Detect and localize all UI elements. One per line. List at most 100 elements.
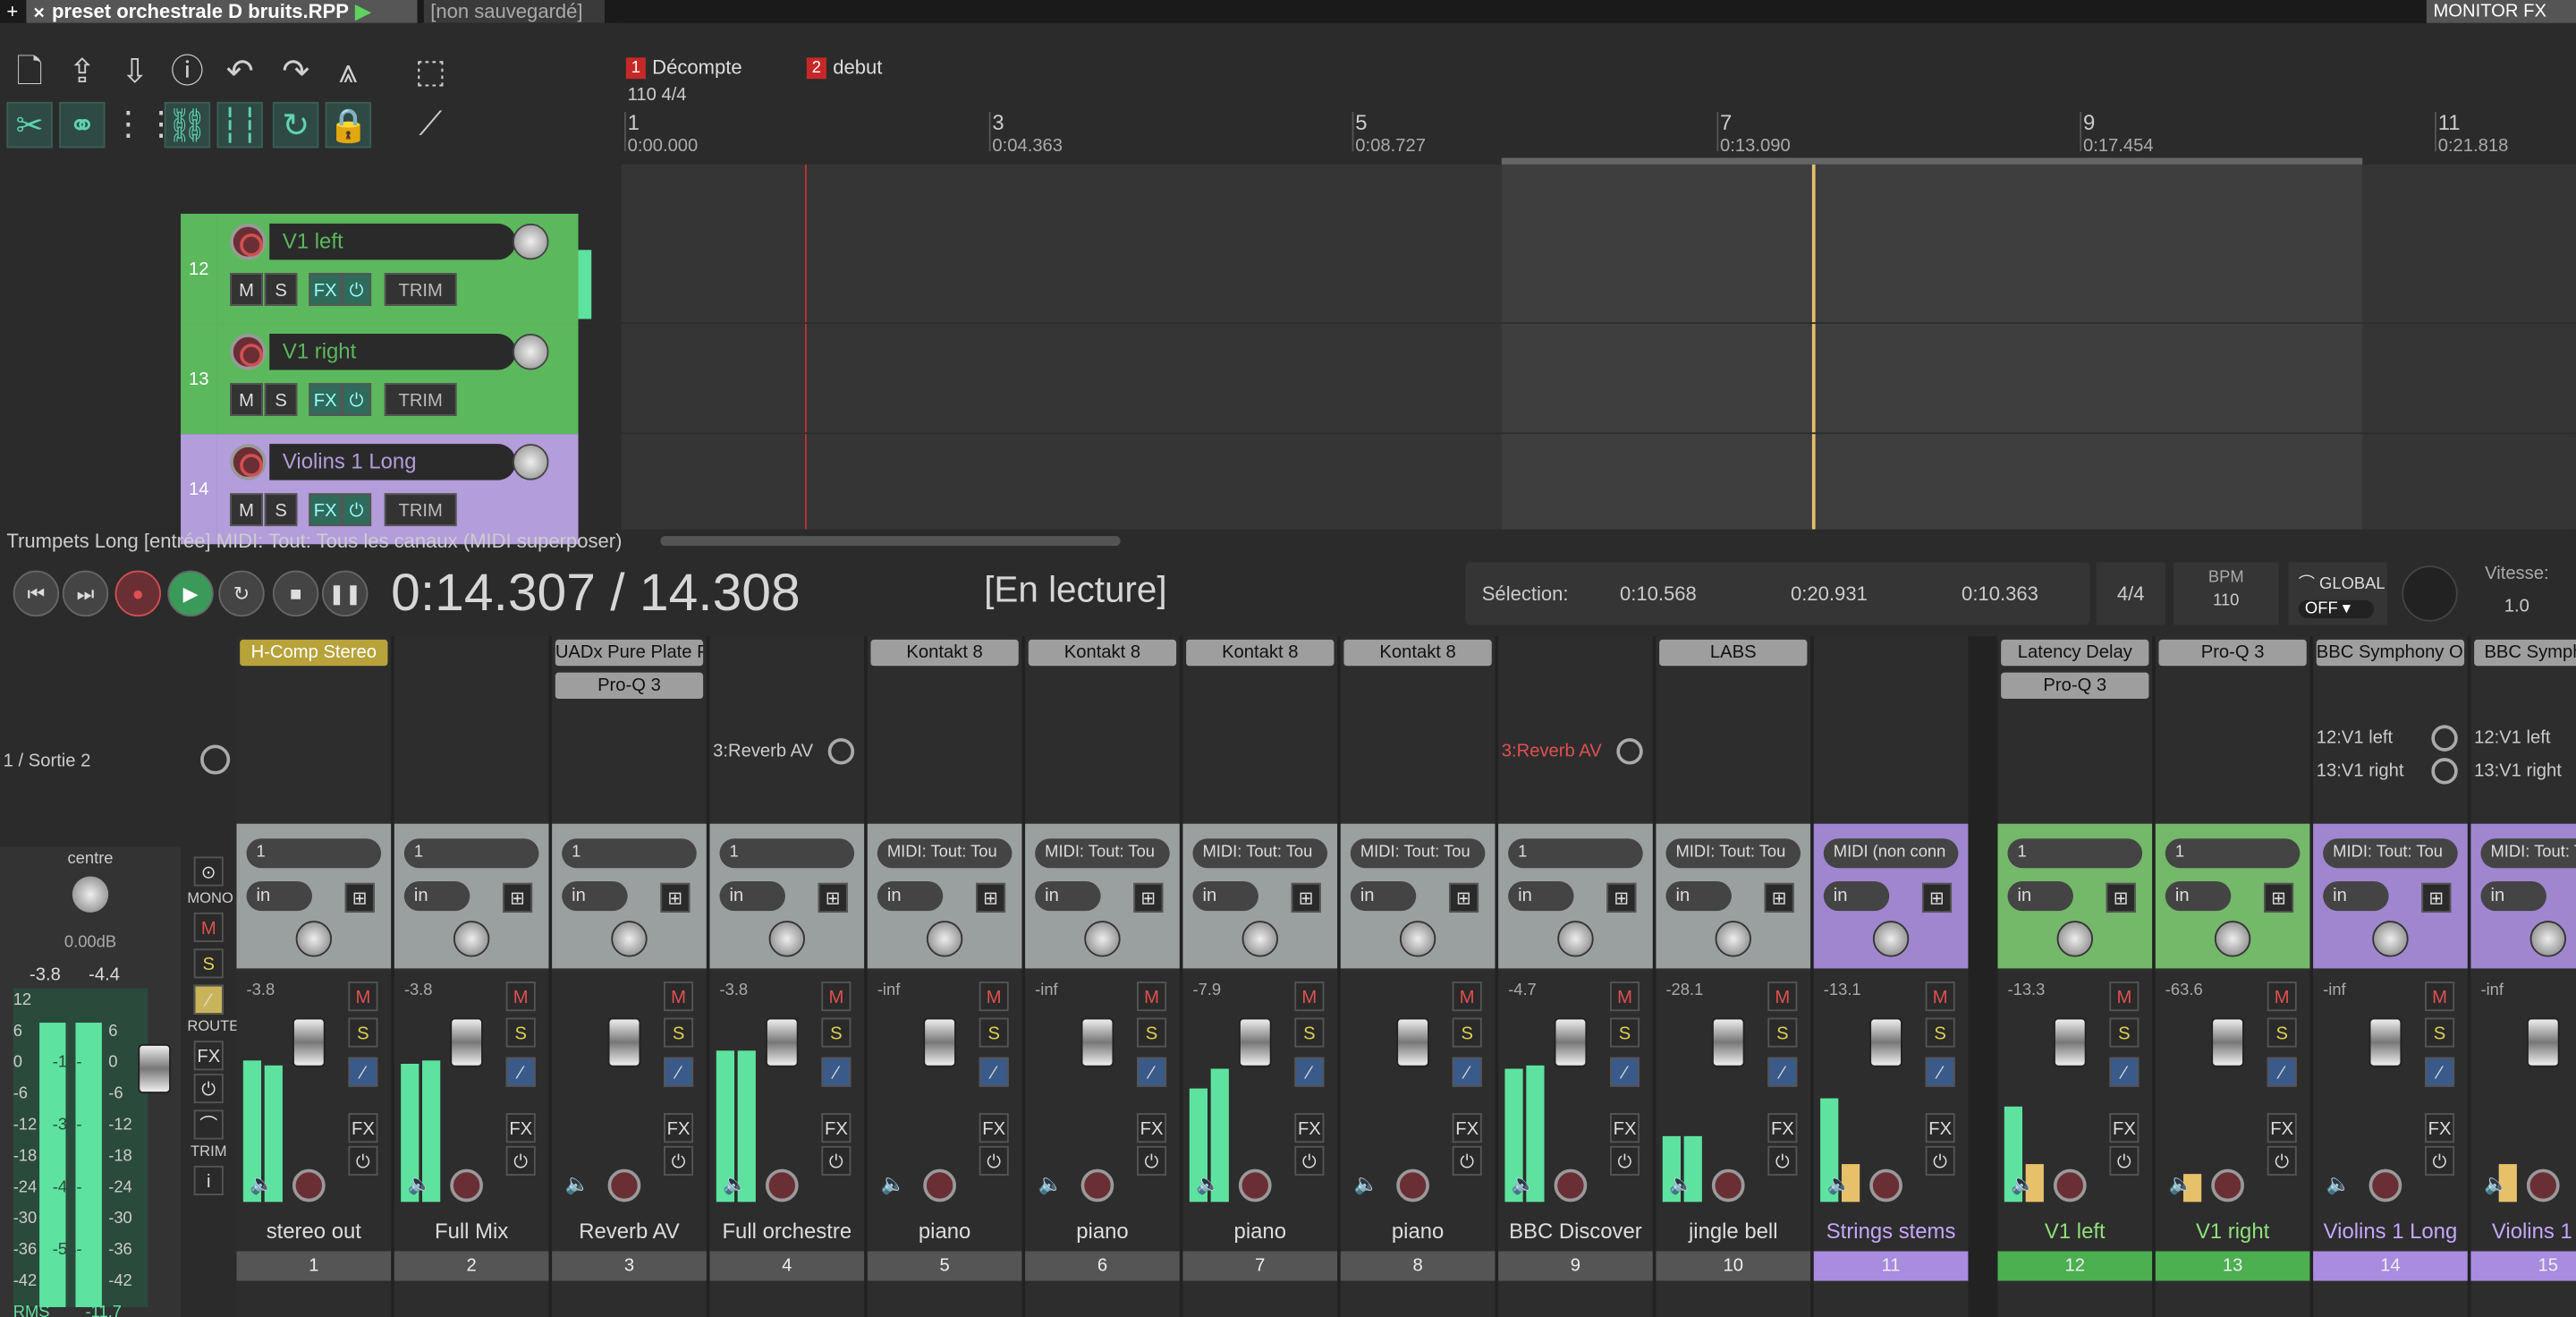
redo-icon[interactable]: ↷ [273, 49, 318, 95]
trim-tool-icon[interactable]: ⟋ [408, 102, 453, 148]
mute-button[interactable]: M [664, 981, 694, 1012]
channel-name[interactable]: Strings stems [1814, 1219, 1969, 1244]
mute-button[interactable]: M [2109, 981, 2140, 1012]
volume-fader[interactable] [450, 1017, 483, 1067]
input-button[interactable]: in [877, 881, 944, 912]
fx-slot[interactable]: BBC Symphony Orc [2316, 639, 2465, 667]
volume-fader[interactable] [1238, 1017, 1272, 1067]
send-route[interactable]: 12:V1 left [2474, 725, 2550, 751]
arrange-view[interactable] [621, 164, 2576, 530]
power-icon[interactable]: ⏻ [1767, 1145, 1798, 1176]
speaker-icon[interactable]: 🔈 [1512, 1172, 1536, 1195]
fx-button[interactable]: FX [2425, 1113, 2455, 1143]
pan-knob[interactable] [2529, 921, 2566, 957]
add-tab-button[interactable]: + [0, 0, 23, 23]
power-icon[interactable]: ⏻ [664, 1145, 694, 1176]
input-select[interactable]: MIDI: Tout: Tou [1350, 838, 1486, 869]
in-fx-icon[interactable]: ⊞ [1606, 882, 1637, 913]
loop-button[interactable]: ↻ [218, 570, 265, 617]
fx-slot[interactable]: BBC Symphony [2474, 639, 2576, 667]
record-arm-button[interactable] [2368, 1168, 2402, 1202]
input-button[interactable]: in [1508, 881, 1574, 912]
master-solo-button[interactable]: S [193, 948, 224, 979]
input-button[interactable]: in [2007, 881, 2073, 912]
power-icon[interactable]: ⏻ [821, 1145, 852, 1176]
speaker-icon[interactable]: 🔈 [1669, 1172, 1693, 1195]
solo-button[interactable]: S [2109, 1017, 2140, 1048]
in-fx-icon[interactable]: ⊞ [344, 882, 375, 913]
master-pan-knob[interactable] [72, 876, 109, 913]
input-select[interactable]: 1 [719, 838, 855, 869]
pan-knob[interactable] [926, 921, 963, 957]
in-fx-icon[interactable]: ⊞ [660, 882, 691, 913]
track-name[interactable]: Violins 1 Long [269, 444, 516, 480]
speaker-icon[interactable]: 🔈 [1826, 1172, 1851, 1195]
channel-number[interactable]: 14 [2313, 1251, 2468, 1281]
channel-name[interactable]: Reverb AV [552, 1219, 707, 1244]
input-select[interactable]: 1 [562, 838, 697, 869]
volume-fader[interactable] [292, 1017, 326, 1067]
channel-number[interactable]: 12 [1997, 1251, 2153, 1281]
channel-number[interactable]: 7 [1182, 1251, 1338, 1281]
phase-icon[interactable]: ⁄ [2109, 1057, 2140, 1087]
master-output[interactable]: 1 / Sortie 2 [4, 752, 91, 771]
solo-button[interactable]: S [2267, 1017, 2297, 1048]
track-solo-button[interactable]: S [264, 273, 298, 306]
channel-name[interactable]: V1 left [1997, 1219, 2152, 1244]
mute-button[interactable]: M [1294, 981, 1325, 1012]
solo-button[interactable]: S [821, 1017, 852, 1048]
pan-knob[interactable] [2372, 921, 2409, 957]
phase-icon[interactable]: ⁄ [664, 1057, 694, 1087]
channel-number[interactable]: 15 [2470, 1251, 2576, 1281]
mute-button[interactable]: M [1137, 981, 1167, 1012]
speaker-icon[interactable]: 🔈 [880, 1172, 904, 1195]
input-button[interactable]: in [246, 881, 312, 912]
fx-slot[interactable]: LABS [1659, 639, 1808, 667]
fx-button[interactable]: FX [1294, 1113, 1325, 1143]
track-13[interactable]: 13 V1 right M S FX ⏻ TRIM [181, 324, 579, 435]
volume-fader[interactable] [923, 1017, 956, 1067]
stop-button[interactable]: ■ [272, 570, 319, 617]
fx-slot[interactable]: Kontakt 8 [1343, 639, 1492, 667]
volume-fader[interactable] [1554, 1017, 1588, 1067]
speaker-icon[interactable]: 🔈 [2011, 1172, 2035, 1195]
power-icon[interactable]: ⏻ [1137, 1145, 1167, 1176]
solo-button[interactable]: S [2425, 1017, 2455, 1048]
record-arm-button[interactable] [450, 1168, 483, 1202]
in-fx-icon[interactable]: ⊞ [1448, 882, 1479, 913]
pan-knob[interactable] [611, 921, 648, 957]
fx-slot[interactable]: Pro-Q 3 [2158, 639, 2307, 667]
volume-fader[interactable] [2053, 1017, 2087, 1067]
input-select[interactable]: MIDI: Tout: Tou [2323, 838, 2458, 869]
send-icon[interactable] [1616, 738, 1643, 765]
master-fx-button[interactable]: FX [193, 1041, 224, 1071]
mute-button[interactable]: M [348, 981, 378, 1012]
track-mute-button[interactable]: M [230, 273, 263, 306]
fx-slot[interactable]: UADx Pure Plate F [555, 639, 704, 667]
pan-knob[interactable] [2056, 921, 2093, 957]
record-arm-button[interactable] [923, 1168, 956, 1202]
in-fx-icon[interactable]: ⊞ [1291, 882, 1321, 913]
channel-number[interactable]: 3 [552, 1251, 707, 1281]
close-icon[interactable]: ✕ [33, 5, 46, 21]
track-fx-button[interactable]: FX [309, 383, 343, 416]
in-fx-icon[interactable]: ⊞ [818, 882, 848, 913]
volume-fader[interactable] [607, 1017, 641, 1067]
channel-name[interactable]: piano [868, 1219, 1022, 1244]
fx-slot[interactable]: Pro-Q 3 [2001, 672, 2149, 700]
fx-button[interactable]: FX [505, 1113, 536, 1143]
track-mute-button[interactable]: M [230, 493, 263, 527]
fx-slot[interactable]: Kontakt 8 [1186, 639, 1335, 667]
tab-unsaved[interactable]: [non sauvegardé] [423, 0, 605, 23]
record-arm-button[interactable] [2053, 1168, 2087, 1202]
send-route[interactable]: 13:V1 right [2474, 758, 2562, 784]
speaker-icon[interactable]: 🔈 [565, 1172, 589, 1195]
channel-name[interactable]: piano [1341, 1219, 1496, 1244]
in-fx-icon[interactable]: ⊞ [503, 882, 533, 913]
track-12[interactable]: 12 V1 left M S FX ⏻ TRIM [181, 213, 592, 325]
track-volume-knob[interactable] [513, 223, 549, 260]
horizontal-scrollbar[interactable] [660, 536, 1121, 547]
mute-button[interactable]: M [2267, 981, 2297, 1012]
speaker-icon[interactable]: 🔈 [2484, 1172, 2508, 1195]
track-mute-button[interactable]: M [230, 383, 263, 416]
